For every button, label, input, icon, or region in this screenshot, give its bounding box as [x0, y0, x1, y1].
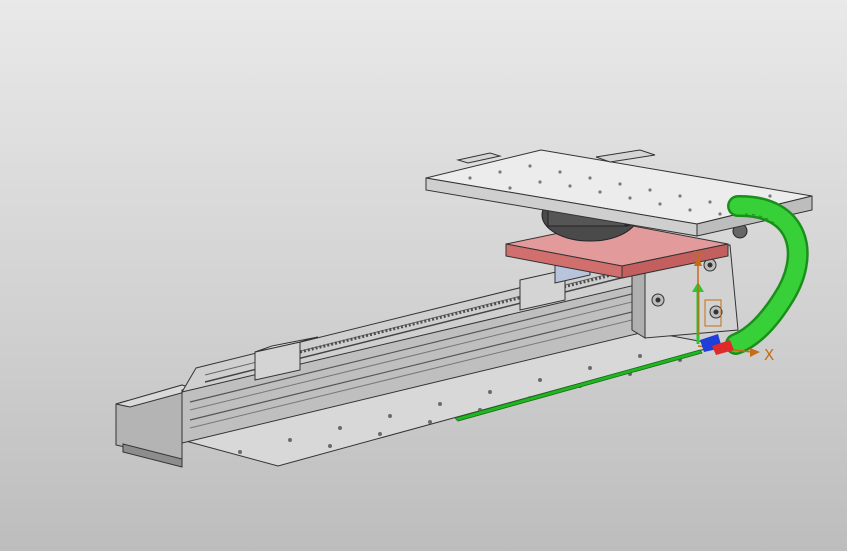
x-axis-label: X [764, 346, 774, 364]
3d-viewport[interactable]: X Y [0, 0, 847, 551]
top-mounting-plate[interactable] [425, 149, 813, 237]
cad-model-view[interactable]: X Y [0, 0, 847, 551]
y-axis-label: Y [693, 248, 704, 266]
x-axis-arrow [750, 348, 760, 357]
